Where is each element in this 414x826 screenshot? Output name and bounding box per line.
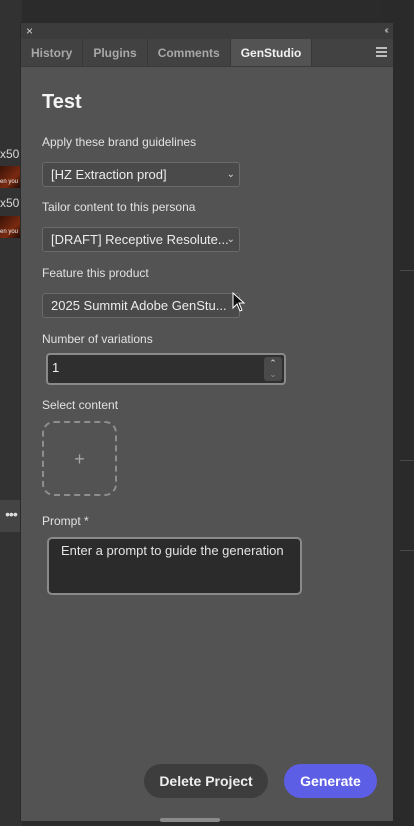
stepper-up-icon[interactable]: ⌃ bbox=[268, 358, 278, 368]
tab-plugins[interactable]: Plugins bbox=[83, 39, 148, 66]
brand-guidelines-label: Apply these brand guidelines bbox=[42, 135, 197, 149]
thumbnail-caption: en you bbox=[0, 179, 19, 185]
stepper-down-icon[interactable]: ⌄ bbox=[268, 369, 278, 379]
persona-picker[interactable]: [DRAFT] Receptive Resolute... ⌄ bbox=[42, 227, 240, 252]
chevron-down-icon: ⌄ bbox=[226, 169, 235, 180]
panel-titlebar[interactable]: × ‹‹ bbox=[21, 23, 393, 39]
select-content-label: Select content bbox=[42, 398, 119, 412]
background-size-label: x50 bbox=[0, 196, 20, 210]
collapse-icon[interactable]: ‹‹ bbox=[384, 23, 388, 39]
stepper-buttons: ⌃ ⌄ bbox=[264, 357, 282, 381]
background-canvas bbox=[0, 0, 22, 826]
tab-history[interactable]: History bbox=[21, 39, 84, 66]
required-indicator: * bbox=[84, 514, 89, 528]
brand-guidelines-picker[interactable]: [HZ Extraction prod] ⌄ bbox=[42, 162, 240, 187]
persona-value: [DRAFT] Receptive Resolute... bbox=[51, 232, 229, 247]
page-title: Test bbox=[42, 91, 82, 113]
variations-label: Number of variations bbox=[42, 332, 153, 346]
background-size-label: x50 bbox=[0, 147, 20, 161]
prompt-input[interactable]: Enter a prompt to guide the generation bbox=[47, 537, 302, 595]
prompt-placeholder: Enter a prompt to guide the generation bbox=[61, 543, 284, 558]
divider bbox=[400, 550, 414, 551]
background-thumbnail[interactable]: en you bbox=[0, 166, 21, 188]
close-icon[interactable]: × bbox=[26, 23, 33, 39]
product-label: Feature this product bbox=[42, 266, 149, 280]
divider bbox=[400, 270, 414, 271]
genstudio-panel: × ‹‹ History Plugins Comments GenStudio … bbox=[20, 22, 394, 822]
scrollbar[interactable] bbox=[160, 818, 220, 822]
panel-tabs: History Plugins Comments GenStudio bbox=[21, 39, 393, 67]
chevron-down-icon: ⌄ bbox=[226, 234, 235, 245]
brand-guidelines-value: [HZ Extraction prod] bbox=[51, 167, 167, 182]
tab-genstudio[interactable]: GenStudio bbox=[230, 39, 313, 66]
delete-project-button[interactable]: Delete Project bbox=[144, 764, 268, 798]
menu-icon[interactable] bbox=[376, 47, 387, 57]
persona-label: Tailor content to this persona bbox=[42, 200, 196, 214]
panel-content: Test Apply these brand guidelines [HZ Ex… bbox=[21, 67, 393, 821]
more-icon[interactable]: ••• bbox=[0, 500, 22, 532]
variations-stepper[interactable]: 1 ⌃ ⌄ bbox=[46, 353, 286, 385]
thumbnail-caption: en you bbox=[0, 229, 19, 235]
select-content-dropzone[interactable]: + bbox=[42, 421, 117, 496]
product-picker[interactable]: 2025 Summit Adobe GenStu... bbox=[42, 293, 240, 318]
background-thumbnail[interactable]: en you bbox=[0, 216, 21, 238]
plus-icon: + bbox=[74, 449, 85, 469]
prompt-label: Prompt * bbox=[42, 514, 89, 528]
product-value: 2025 Summit Adobe GenStu... bbox=[51, 298, 227, 313]
variations-value[interactable]: 1 bbox=[52, 355, 59, 381]
divider bbox=[400, 460, 414, 461]
generate-button[interactable]: Generate bbox=[284, 764, 377, 798]
cursor-icon bbox=[232, 292, 246, 312]
tab-comments[interactable]: Comments bbox=[148, 39, 231, 66]
screen: x50 en you x50 en you ••• × ‹‹ History P… bbox=[0, 0, 414, 826]
